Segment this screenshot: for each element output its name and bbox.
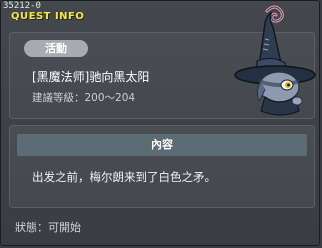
quest-info-window: 35212-0 QUEST INFO 活動 [黑魔法师]驰向黑太阳 建議等級：2… <box>0 0 320 246</box>
quest-content-panel: 內容 出发之前，梅尔朗来到了白色之矛。 <box>9 125 315 208</box>
quest-status: 狀態：可開始 <box>15 221 81 234</box>
category-badge: 活動 <box>24 40 88 57</box>
content-header: 內容 <box>17 134 307 156</box>
quest-level-requirement: 建議等級：200～204 <box>32 92 136 104</box>
window-title: QUEST INFO <box>11 11 85 22</box>
quest-id-label: 35212-0 <box>3 1 41 11</box>
quest-name: [黑魔法师]驰向黑太阳 <box>32 70 150 84</box>
content-text: 出发之前，梅尔朗来到了白色之矛。 <box>32 170 216 184</box>
witch-hat-npc-icon <box>234 5 316 116</box>
